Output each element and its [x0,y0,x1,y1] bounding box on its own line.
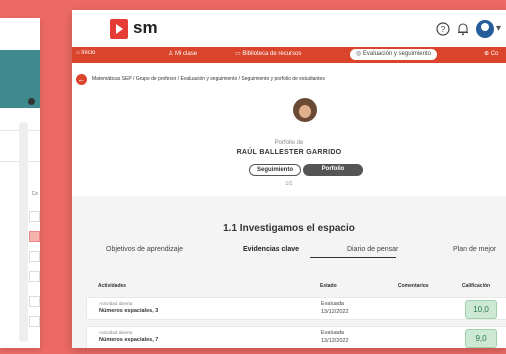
estado-value: Evaluada [321,330,344,336]
column-header-estado: Estado [320,283,337,289]
activity-status: Actividad abierta [99,301,133,306]
table-row[interactable]: Actividad abierta Números espaciales, 7 … [86,326,506,348]
section-title: 1.1 Investigamos el espacio [223,223,355,234]
svg-text:?: ? [441,25,446,34]
page-count: 1/1 [285,181,293,187]
background-cell [29,251,40,262]
seguimiento-button[interactable]: Seguimiento [249,164,301,176]
nav-item-co[interactable]: ⊕ Co [484,50,498,57]
activity-title[interactable]: Números espaciales, 7 [99,337,158,343]
estado-value: Evaluada [321,301,344,307]
bell-icon[interactable] [456,22,470,39]
tab-diario[interactable]: Diario de pensar [347,246,398,253]
tab-objetivos[interactable]: Objetivos de aprendizaje [106,246,183,253]
background-window: Ce [0,18,40,348]
background-cell [29,296,40,307]
tab-plan-de-mejora[interactable]: Plan de mejor [453,246,496,253]
column-header-comentarios: Comentarios [398,283,429,289]
portfolio-section: 1.1 Investigamos el espacio Objetivos de… [72,196,506,348]
chevron-down-icon[interactable]: ▾ [496,23,501,34]
background-window-dot [28,98,35,105]
table-row[interactable]: Actividad abierta Números espaciales, 3 … [86,297,506,320]
nav-item-evaluacion[interactable]: ◎ Evaluación y seguimiento [350,49,437,60]
estado-date: 13/12/2022 [321,338,349,344]
tab-underline [310,257,396,258]
column-header-calificacion: Calificación [462,283,491,289]
top-header: sm ? ▾ [72,10,506,47]
activity-title[interactable]: Números espaciales, 3 [99,308,158,314]
background-scrollbar[interactable] [19,122,28,342]
sm-logo-icon[interactable] [110,19,128,39]
nav-item-biblioteca[interactable]: ▭ Biblioteca de recursos [235,50,301,57]
tab-evidencias[interactable]: Evidencias clave [243,246,299,253]
main-nav: ⌂ Inicio ♙ Mi clase ▭ Biblioteca de recu… [72,47,506,63]
column-header-actividades: Actividades [98,283,127,289]
porfolio-label: Porfolio de [274,140,304,146]
question-circle-icon[interactable]: ? [436,22,450,39]
back-arrow-icon[interactable]: ← [76,74,87,85]
user-avatar-icon[interactable] [476,20,494,38]
breadcrumb-text[interactable]: Matemáticas SEP / Grupo de profesor / Ev… [92,76,325,82]
grade-badge[interactable]: 9,0 [465,329,497,348]
student-avatar [293,98,317,122]
logo-text[interactable]: sm [133,18,158,38]
nav-item-inicio[interactable]: ⌂ Inicio [76,50,95,56]
main-window: sm ? ▾ ⌂ Inicio ♙ Mi clase ▭ Biblioteca … [72,10,506,348]
background-cell [29,271,40,282]
grade-badge[interactable]: 10,0 [465,300,497,319]
background-column-label: Ce [31,191,38,197]
nav-item-mi-clase[interactable]: ♙ Mi clase [168,50,197,57]
background-cell [29,316,40,327]
background-highlight-cell [29,231,40,242]
estado-date: 13/12/2022 [321,309,349,315]
background-cell [29,211,40,222]
view-toggle: Seguimiento Porfolio [249,164,364,176]
student-name: RAÚL BALLESTER GARRIDO [236,149,342,156]
porfolio-button[interactable]: Porfolio [303,164,363,176]
activity-status: Actividad abierta [99,330,133,335]
